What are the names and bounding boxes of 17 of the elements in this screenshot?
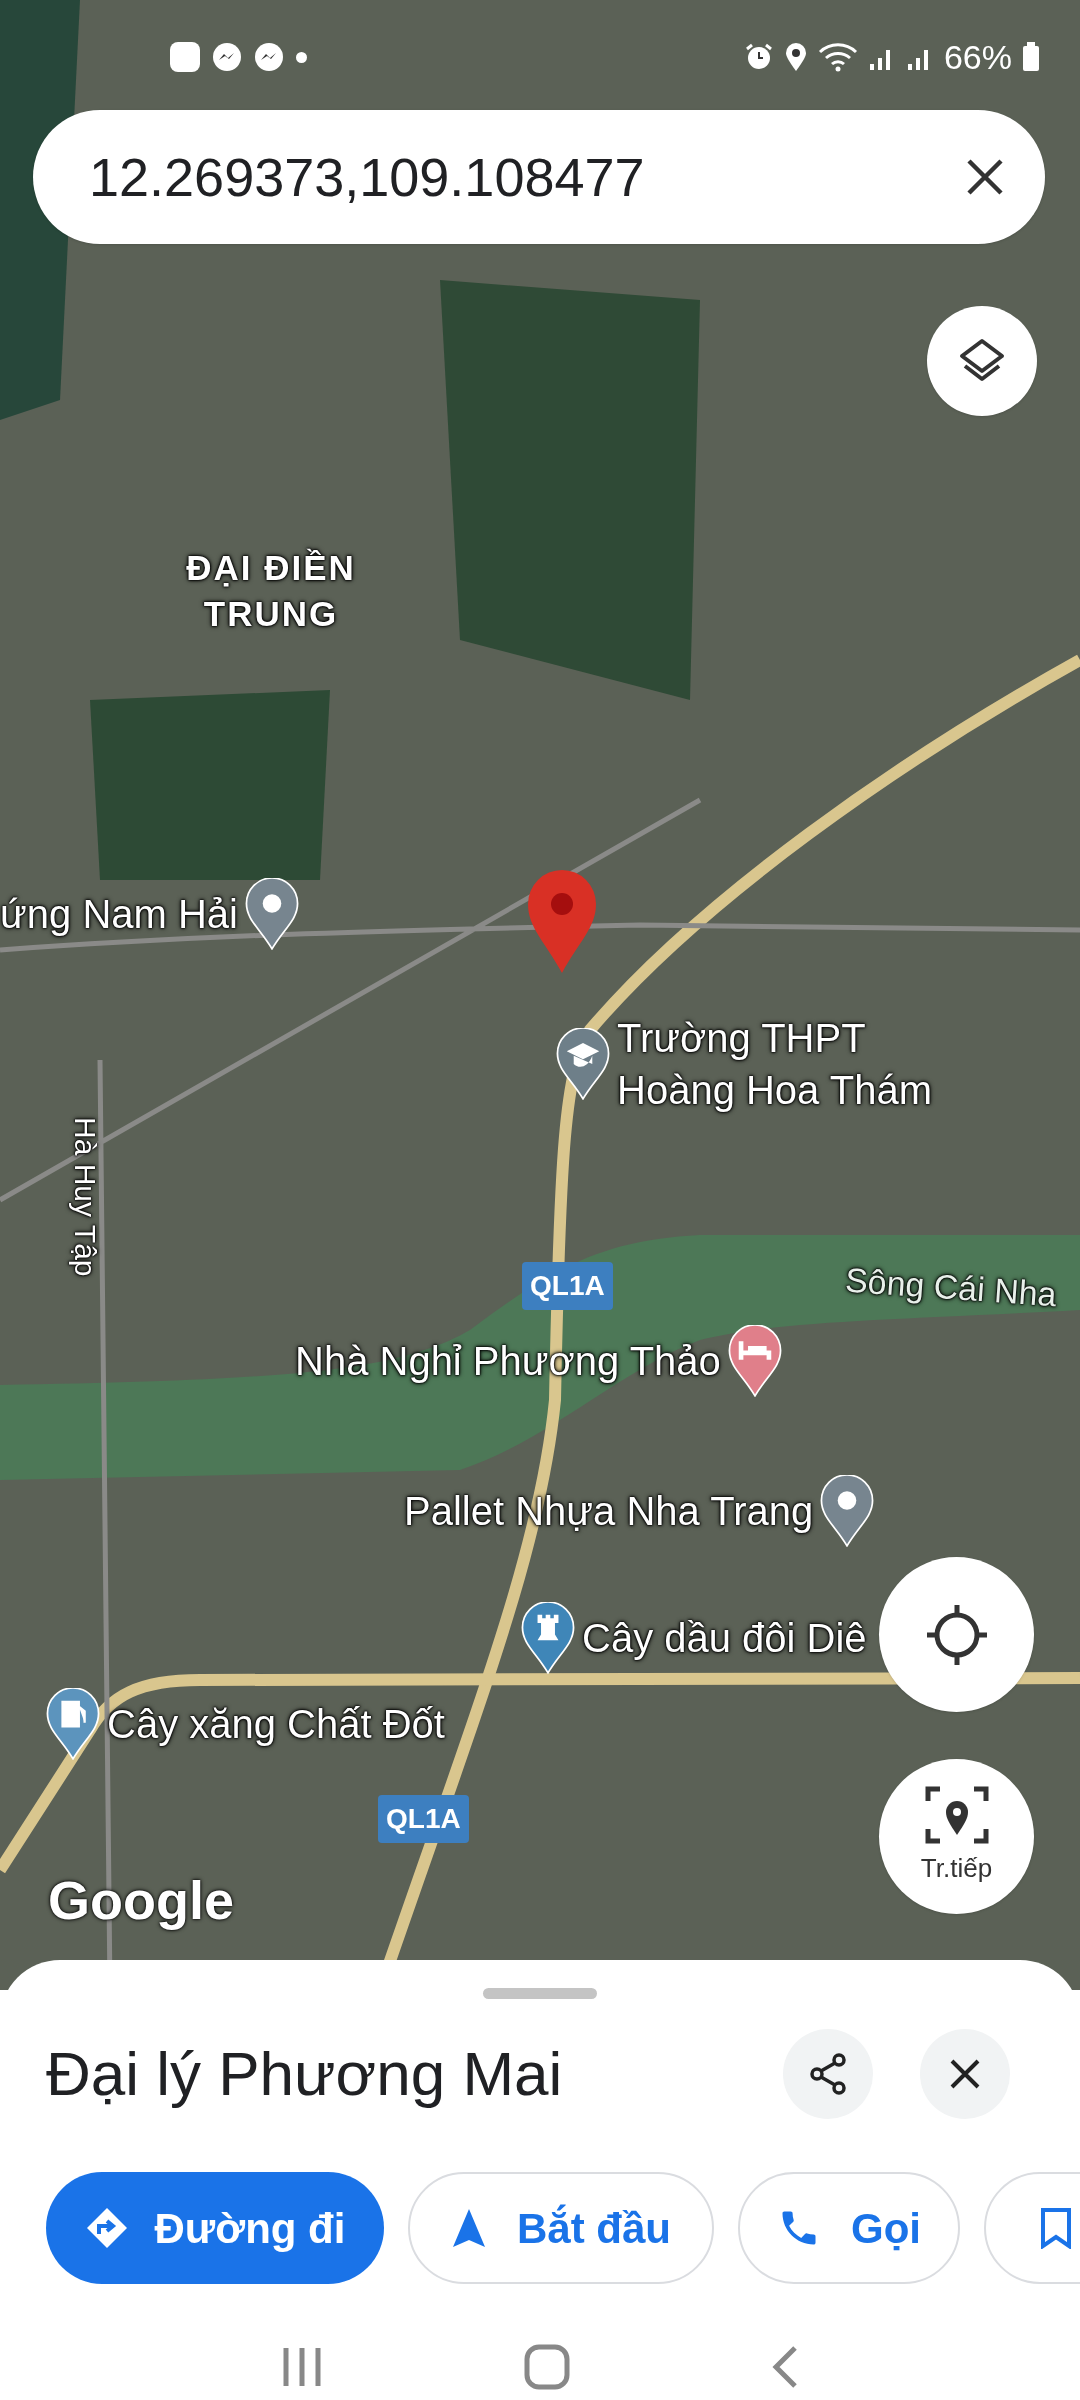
highway-shield: QL1A: [522, 1262, 613, 1310]
place-title: Đại lý Phương Mai: [46, 2038, 563, 2110]
street-label: Hà Huy Tập: [68, 1117, 103, 1277]
place-label: Cây xăng Chất Đốt: [107, 1701, 445, 1748]
place-label: ứng Nam Hải: [0, 891, 238, 938]
place-label: Cây dầu đôi Diê: [582, 1615, 867, 1662]
search-bar[interactable]: 12.269373,109.108477: [33, 110, 1045, 244]
call-button[interactable]: Gọi: [738, 2172, 960, 2284]
area-label: ĐẠI ĐIỀN TRUNG: [185, 547, 357, 635]
place-label: Trường THPT Hoàng Hoa Thám: [617, 1015, 932, 1114]
highway-shield: QL1A: [378, 1795, 469, 1843]
start-button[interactable]: Bắt đầu: [408, 2172, 714, 2284]
map-attribution: Google: [48, 1869, 234, 1932]
river-label: Sông Cái Nha: [843, 1259, 1059, 1316]
search-text: 12.269373,109.108477: [89, 145, 645, 209]
battery-percentage: 66%: [943, 40, 1012, 74]
directions-button[interactable]: Đường đi: [46, 2172, 384, 2284]
